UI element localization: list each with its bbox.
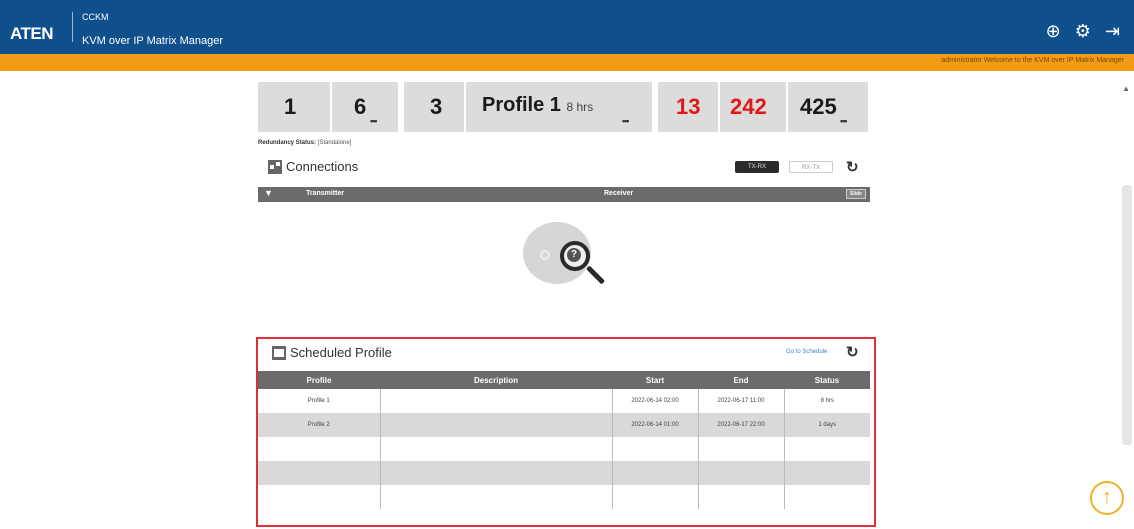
more-button[interactable]: ••• bbox=[840, 116, 848, 126]
logo-divider bbox=[72, 12, 73, 42]
active-profile-hours: 8 hrs bbox=[566, 100, 594, 114]
arrow-up-icon[interactable]: ↑ bbox=[1090, 481, 1124, 515]
logout-icon[interactable]: ⇥ bbox=[1105, 22, 1120, 40]
stat-value: 1 bbox=[284, 94, 297, 119]
more-button[interactable]: ••• bbox=[622, 116, 630, 126]
add-circle-icon[interactable]: ⊕ bbox=[1046, 22, 1061, 40]
refresh-icon[interactable]: ↻ bbox=[846, 343, 859, 361]
stat-value: 425 bbox=[800, 94, 837, 119]
stat-alert-value: 242 bbox=[730, 94, 767, 119]
column-header[interactable]: Profile bbox=[258, 371, 380, 389]
welcome-text: administrator Welcome to the KVM over IP… bbox=[941, 57, 1124, 64]
go-to-schedule-link[interactable]: Go to Schedule bbox=[786, 349, 827, 355]
scheduled-profile-title: Scheduled Profile bbox=[272, 345, 392, 360]
connections-icon bbox=[268, 159, 282, 174]
stat-value: 6 bbox=[354, 94, 367, 119]
more-button[interactable]: ••• bbox=[370, 116, 378, 126]
column-header[interactable]: End bbox=[698, 371, 784, 389]
connections-title: Connections bbox=[268, 159, 358, 174]
refresh-icon[interactable]: ↻ bbox=[846, 158, 859, 176]
app-short-name: CCKM bbox=[82, 12, 109, 22]
column-header[interactable]: Status bbox=[784, 371, 870, 389]
gear-icon[interactable]: ⚙ bbox=[1075, 22, 1091, 40]
stat-box-alerts: 13 242 425 ••• bbox=[658, 82, 868, 132]
filter-icon[interactable]: ▼ bbox=[264, 188, 273, 198]
table-row[interactable]: Profile 2 2022-06-14 01:00 2022-06-17 22… bbox=[258, 413, 870, 437]
column-header[interactable]: Start bbox=[612, 371, 698, 389]
active-profile-name: Profile 1 8 hrs bbox=[482, 94, 594, 116]
stat-box-devices: 1 6 ••• bbox=[258, 82, 398, 132]
question-icon: ? bbox=[567, 248, 581, 262]
receiver-column: Receiver bbox=[604, 190, 634, 197]
scrollbar-thumb[interactable] bbox=[1122, 185, 1132, 445]
calendar-icon bbox=[272, 345, 286, 360]
stat-value: 3 bbox=[430, 94, 443, 119]
redundancy-status: Redundancy Status: [Standalone] bbox=[258, 140, 352, 146]
app-header: ATEN CCKM KVM over IP Matrix Manager ⊕ ⚙… bbox=[0, 0, 1134, 54]
stat-box-profiles: 3 Profile 1 8 hrs ••• bbox=[404, 82, 652, 132]
scroll-up-arrow-icon[interactable]: ▲ bbox=[1122, 84, 1130, 93]
table-row[interactable]: Profile 1 2022-06-14 02:00 2022-06-17 11… bbox=[258, 389, 870, 413]
welcome-bar: administrator Welcome to the KVM over IP… bbox=[0, 54, 1134, 71]
aten-logo: ATEN bbox=[10, 24, 54, 43]
slide-button[interactable]: Slide bbox=[846, 189, 866, 199]
rx-tx-button[interactable]: RX-TX bbox=[789, 161, 833, 173]
tx-rx-button[interactable]: TX-RX bbox=[735, 161, 779, 173]
stat-alert-value: 13 bbox=[676, 94, 701, 119]
app-title: KVM over IP Matrix Manager bbox=[82, 35, 224, 47]
connections-table-header: ▼ Transmitter Receiver Slide bbox=[258, 187, 870, 202]
transmitter-column: Transmitter bbox=[306, 190, 345, 197]
table-row bbox=[258, 437, 870, 461]
table-row bbox=[258, 461, 870, 485]
scheduled-profile-table: Profile Description Start End Status Pro… bbox=[258, 371, 870, 509]
column-header[interactable]: Description bbox=[380, 371, 612, 389]
table-row bbox=[258, 485, 870, 509]
small-search-icon bbox=[540, 250, 550, 260]
